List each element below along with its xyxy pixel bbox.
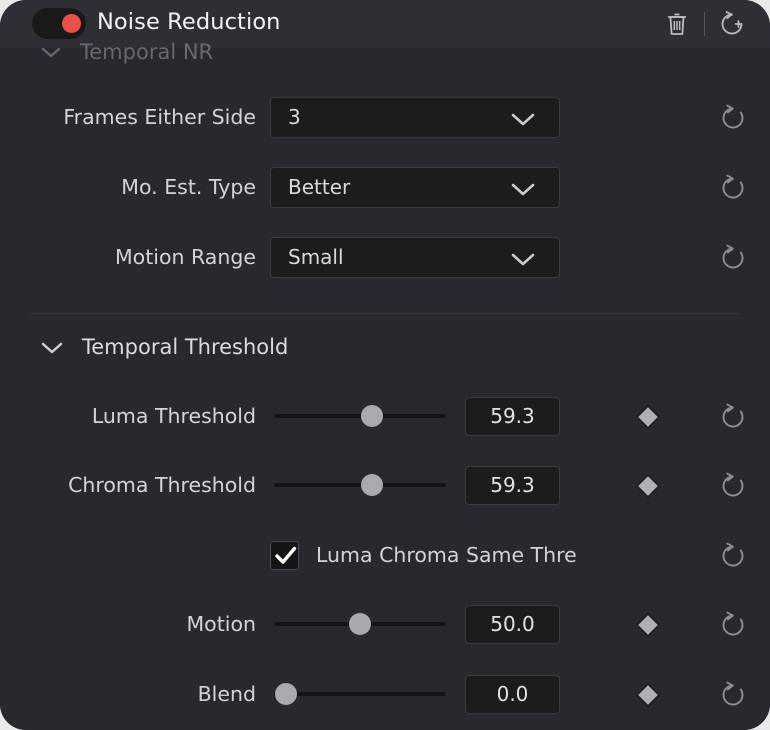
node-enable-toggle[interactable] (32, 8, 86, 39)
reset-button[interactable] (718, 243, 748, 273)
slider-thumb[interactable] (361, 405, 384, 427)
keyframe-button[interactable] (634, 403, 662, 431)
chevron-down-icon (511, 113, 535, 126)
row-label: Frames Either Side (63, 105, 256, 129)
delete-button[interactable] (657, 4, 697, 44)
reset-button[interactable] (718, 471, 748, 501)
slider-thumb[interactable] (275, 683, 298, 705)
row-label: Mo. Est. Type (121, 175, 256, 199)
row-label: Motion Range (115, 245, 256, 269)
chevron-down-icon (41, 47, 61, 58)
reset-icon (722, 542, 744, 567)
reset-icon (722, 472, 744, 497)
frames-either-side-dropdown[interactable]: 3 (270, 97, 560, 138)
mo-est-type-dropdown[interactable]: Better (270, 167, 560, 208)
reset-icon (722, 403, 744, 428)
row-label: Blend (197, 682, 256, 706)
slider-thumb[interactable] (349, 613, 371, 635)
row-luma-chroma-same-threshold: Luma Chroma Same Thre (0, 530, 770, 580)
row-label: Luma Threshold (91, 404, 256, 428)
reset-button[interactable] (718, 103, 748, 133)
header-divider (704, 12, 705, 36)
row-motion-range: Motion Range Small (0, 232, 770, 282)
toggle-knob (62, 14, 81, 33)
motion-value[interactable]: 50.0 (465, 605, 560, 644)
page-title: Noise Reduction (97, 9, 281, 35)
keyframe-button[interactable] (634, 472, 662, 500)
slider-track (274, 692, 446, 696)
row-frames-either-side: Frames Either Side 3 (0, 92, 770, 142)
slider-track (274, 483, 446, 487)
checkmark-icon (275, 546, 297, 564)
checkbox-label: Luma Chroma Same Thre (316, 543, 577, 567)
reset-button[interactable] (718, 402, 748, 432)
reset-icon (722, 244, 744, 269)
keyframe-button[interactable] (634, 681, 662, 709)
keyframe-button[interactable] (634, 611, 662, 639)
panel-body: Temporal NR Frames Either Side 3 Mo. Est… (0, 40, 770, 730)
chroma-threshold-value[interactable]: 59.3 (465, 466, 560, 505)
row-label: Motion (186, 612, 257, 636)
section-divider (30, 313, 740, 314)
keyframe-diamond-icon (635, 682, 661, 708)
reset-button[interactable] (718, 541, 748, 571)
reset-icon (722, 611, 744, 636)
row-chroma-threshold: Chroma Threshold 59.3 (0, 460, 770, 510)
dropdown-value: Small (288, 245, 344, 269)
luma-threshold-value[interactable]: 59.3 (465, 397, 560, 436)
reset-button[interactable] (718, 680, 748, 710)
motion-slider[interactable] (274, 613, 446, 635)
reset-icon (722, 104, 744, 129)
reset-button[interactable] (718, 173, 748, 203)
keyframe-diamond-icon (635, 612, 661, 638)
reset-all-button[interactable] (712, 4, 752, 44)
section-header-temporal-nr[interactable]: Temporal NR (40, 40, 213, 64)
blend-value[interactable]: 0.0 (465, 675, 560, 714)
reset-icon (722, 681, 744, 706)
luma-threshold-slider[interactable] (274, 405, 446, 427)
section-label: Temporal Threshold (82, 335, 289, 359)
header-actions (657, 0, 752, 48)
chroma-threshold-slider[interactable] (274, 474, 446, 496)
section-label: Temporal NR (80, 40, 214, 64)
motion-range-dropdown[interactable]: Small (270, 237, 560, 278)
keyframe-diamond-icon (635, 473, 661, 499)
chevron-down-icon (41, 342, 63, 353)
slider-thumb[interactable] (361, 474, 384, 496)
row-mo-est-type: Mo. Est. Type Better (0, 162, 770, 212)
row-luma-threshold: Luma Threshold 59.3 (0, 391, 770, 441)
trash-icon (668, 13, 686, 35)
reset-button[interactable] (718, 610, 748, 640)
reset-add-keyframe-icon (721, 11, 743, 35)
chevron-down-icon (511, 183, 535, 196)
blend-slider[interactable] (274, 683, 446, 705)
row-blend: Blend 0.0 (0, 669, 770, 719)
reset-icon (722, 174, 744, 199)
section-header-temporal-threshold[interactable]: Temporal Threshold (40, 331, 288, 363)
row-label: Chroma Threshold (68, 473, 256, 497)
dropdown-value: 3 (288, 105, 301, 129)
luma-chroma-same-threshold-checkbox[interactable] (270, 541, 299, 570)
keyframe-diamond-icon (635, 404, 661, 430)
noise-reduction-panel: Noise Reduction Temporal NR Frames Eithe… (0, 0, 770, 730)
row-motion: Motion 50.0 (0, 599, 770, 649)
slider-track (274, 414, 446, 418)
chevron-down-icon (511, 253, 535, 266)
dropdown-value: Better (288, 175, 351, 199)
